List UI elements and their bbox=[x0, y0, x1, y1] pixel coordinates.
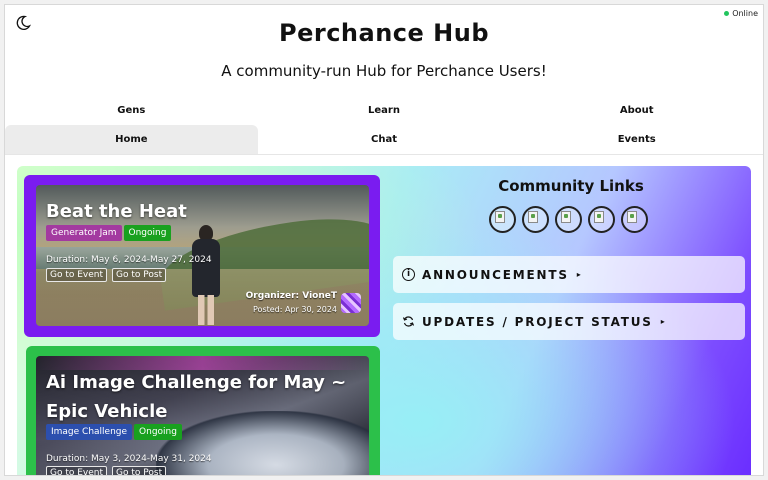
announcements-label: ANNOUNCEMENTS bbox=[422, 267, 569, 282]
community-link-4-icon[interactable] bbox=[588, 206, 615, 233]
community-links-title: Community Links bbox=[498, 177, 644, 195]
event-card-epic-vehicle: Ai Image Challenge for May ~ Epic Vehicl… bbox=[26, 346, 380, 475]
tag-ongoing: Ongoing bbox=[134, 424, 182, 440]
girl-figure-image bbox=[188, 225, 224, 325]
nav-divider bbox=[5, 154, 763, 155]
event-card-beat-the-heat: Beat the Heat Generator Jam Ongoing Dura… bbox=[24, 175, 380, 337]
updates-label: UPDATES / PROJECT STATUS bbox=[422, 314, 653, 329]
page-frame: Online Perchance Hub A community-run Hub… bbox=[4, 4, 764, 476]
event-tags: Generator Jam Ongoing bbox=[46, 225, 172, 241]
community-link-5-icon[interactable] bbox=[621, 206, 648, 233]
event-title[interactable]: Beat the Heat bbox=[46, 197, 356, 226]
page-title: Perchance Hub bbox=[278, 19, 489, 47]
event-tags: Image Challenge Ongoing bbox=[46, 424, 182, 440]
community-link-3-icon[interactable] bbox=[555, 206, 582, 233]
community-link-icons bbox=[489, 206, 648, 233]
main-nav: Gens Learn About Home Chat Events bbox=[5, 96, 763, 155]
status-label: Online bbox=[732, 9, 758, 18]
page-subtitle: A community-run Hub for Perchance Users! bbox=[221, 62, 547, 80]
tag-ongoing: Ongoing bbox=[123, 225, 172, 241]
event-card-image: Beat the Heat Generator Jam Ongoing Dura… bbox=[36, 185, 369, 326]
event-title[interactable]: Ai Image Challenge for May ~ Epic Vehicl… bbox=[46, 368, 356, 426]
info-icon: i bbox=[402, 268, 415, 281]
tab-learn[interactable]: Learn bbox=[258, 96, 511, 125]
event-organizer: Organizer: VioneT bbox=[245, 291, 337, 301]
go-to-event-button[interactable]: Go to Event bbox=[46, 466, 108, 475]
tab-chat[interactable]: Chat bbox=[258, 125, 511, 154]
status-dot-icon bbox=[724, 11, 730, 16]
announcements-panel[interactable]: i ANNOUNCEMENTS ▸ bbox=[393, 256, 745, 293]
tab-gens[interactable]: Gens bbox=[5, 96, 258, 125]
go-to-post-button[interactable]: Go to Post bbox=[112, 268, 167, 282]
event-posted-date: Posted: Apr 30, 2024 bbox=[253, 305, 337, 314]
tag-generator-jam[interactable]: Generator Jam bbox=[46, 225, 122, 241]
nav-row-bottom: Home Chat Events bbox=[5, 125, 763, 154]
tag-image-challenge[interactable]: Image Challenge bbox=[46, 424, 133, 440]
community-link-1-icon[interactable] bbox=[489, 206, 516, 233]
event-card-image: Ai Image Challenge for May ~ Epic Vehicl… bbox=[36, 356, 369, 475]
nav-row-top: Gens Learn About bbox=[5, 96, 763, 125]
community-column: Community Links i ANNOUNCEMENTS ▸ UPDATE… bbox=[393, 166, 749, 475]
go-to-post-button[interactable]: Go to Post bbox=[112, 466, 167, 475]
community-link-2-icon[interactable] bbox=[522, 206, 549, 233]
go-to-event-button[interactable]: Go to Event bbox=[46, 268, 108, 282]
tab-about[interactable]: About bbox=[510, 96, 763, 125]
event-duration: Duration: May 3, 2024-May 31, 2024 bbox=[46, 454, 212, 464]
refresh-icon bbox=[402, 315, 415, 328]
event-duration: Duration: May 6, 2024-May 27, 2024 bbox=[46, 255, 212, 265]
avatar bbox=[341, 293, 361, 313]
tab-events[interactable]: Events bbox=[510, 125, 763, 154]
event-buttons: Go to Event Go to Post bbox=[46, 268, 167, 282]
event-buttons: Go to Event Go to Post bbox=[46, 466, 167, 475]
online-status: Online bbox=[724, 9, 758, 18]
expand-arrow-icon: ▸ bbox=[576, 270, 581, 279]
expand-arrow-icon: ▸ bbox=[660, 317, 665, 326]
home-content: Beat the Heat Generator Jam Ongoing Dura… bbox=[17, 166, 751, 475]
tab-home[interactable]: Home bbox=[5, 125, 258, 154]
updates-panel[interactable]: UPDATES / PROJECT STATUS ▸ bbox=[393, 303, 745, 340]
